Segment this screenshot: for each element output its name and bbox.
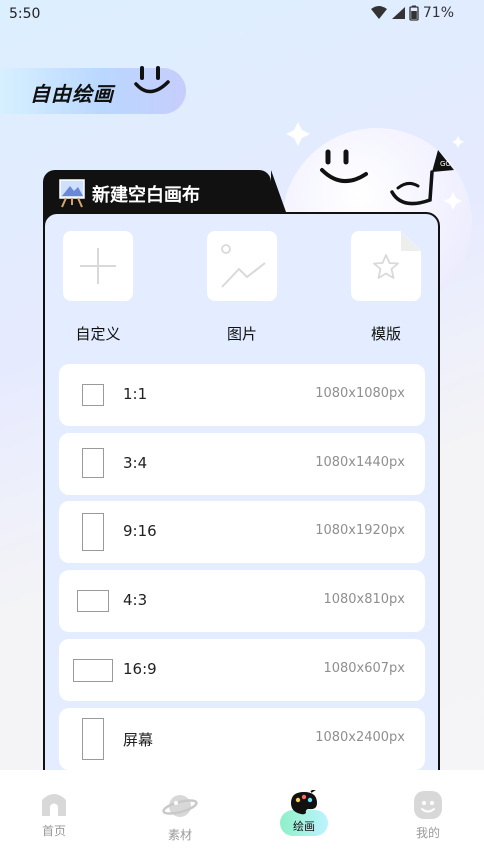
card-tab-title: 新建空白画布: [92, 185, 200, 206]
battery-level: 71%: [422, 5, 454, 21]
template-option-button[interactable]: [351, 231, 421, 301]
ratio-label: 屏幕: [123, 731, 154, 749]
tall-frame-icon: [82, 513, 104, 551]
phone-frame-icon: [82, 718, 104, 760]
ratio-size: 1080x1440px: [315, 455, 405, 470]
smile-face-icon: [413, 791, 443, 824]
ratio-row-3-4[interactable]: 3:4 1080x1440px: [59, 433, 425, 495]
home-icon: [39, 794, 69, 822]
moon-face-icon: GO: [280, 118, 470, 222]
status-icons: 71%: [370, 5, 454, 21]
folded-corner-icon: [401, 231, 421, 255]
ratio-row-screen[interactable]: 屏幕 1080x2400px: [59, 708, 425, 770]
ratio-row-9-16[interactable]: 9:16 1080x1920px: [59, 501, 425, 563]
easel-icon: [58, 178, 86, 212]
nav-item-materials[interactable]: 素材: [150, 790, 210, 843]
svg-text:GO: GO: [440, 160, 451, 168]
image-option-label: 图片: [226, 325, 257, 343]
ratio-size: 1080x1080px: [315, 386, 405, 401]
nav-item-draw[interactable]: 绘画: [274, 787, 334, 834]
custom-option-label: 自定义: [75, 325, 121, 343]
nav-label: 首页: [41, 824, 66, 838]
custom-option-button[interactable]: [63, 231, 133, 301]
ratio-label: 4:3: [123, 591, 148, 609]
ratio-row-4-3[interactable]: 4:3 1080x810px: [59, 570, 425, 632]
portrait-frame-icon: [82, 448, 104, 478]
ratio-size: 1080x810px: [323, 592, 405, 607]
page-title: 自由绘画: [30, 82, 114, 106]
planet-icon: [162, 795, 198, 826]
ratio-label: 16:9: [123, 660, 157, 678]
ratio-size: 1080x2400px: [315, 730, 405, 745]
image-icon: [219, 243, 267, 295]
signal-icon: [391, 6, 405, 20]
status-time: 5:50: [9, 6, 41, 22]
square-frame-icon: [82, 384, 104, 406]
ratio-label: 9:16: [123, 522, 157, 540]
image-option-button[interactable]: [207, 231, 277, 301]
nav-item-mine[interactable]: 我的: [398, 790, 458, 841]
wide-frame-icon: [73, 659, 113, 682]
landscape-frame-icon: [77, 590, 109, 612]
ratio-label: 3:4: [123, 454, 148, 472]
ratio-row-1-1[interactable]: 1:1 1080x1080px: [59, 364, 425, 426]
nav-item-home[interactable]: 首页: [24, 790, 84, 839]
battery-icon: [409, 5, 419, 21]
nav-label: 素材: [167, 828, 192, 842]
star-icon: [372, 253, 400, 285]
ratio-size: 1080x607px: [323, 661, 405, 676]
plus-icon: [78, 246, 118, 290]
ratio-row-16-9[interactable]: 16:9 1080x607px: [59, 639, 425, 701]
nav-label: 绘画: [293, 820, 315, 833]
smile-icon: [130, 62, 174, 106]
ratio-label: 1:1: [123, 385, 148, 403]
template-option-label: 模版: [370, 325, 401, 343]
status-bar: 5:50 71%: [0, 0, 484, 28]
wifi-icon: [370, 6, 387, 20]
ratio-size: 1080x1920px: [315, 523, 405, 538]
nav-label: 我的: [415, 826, 440, 840]
